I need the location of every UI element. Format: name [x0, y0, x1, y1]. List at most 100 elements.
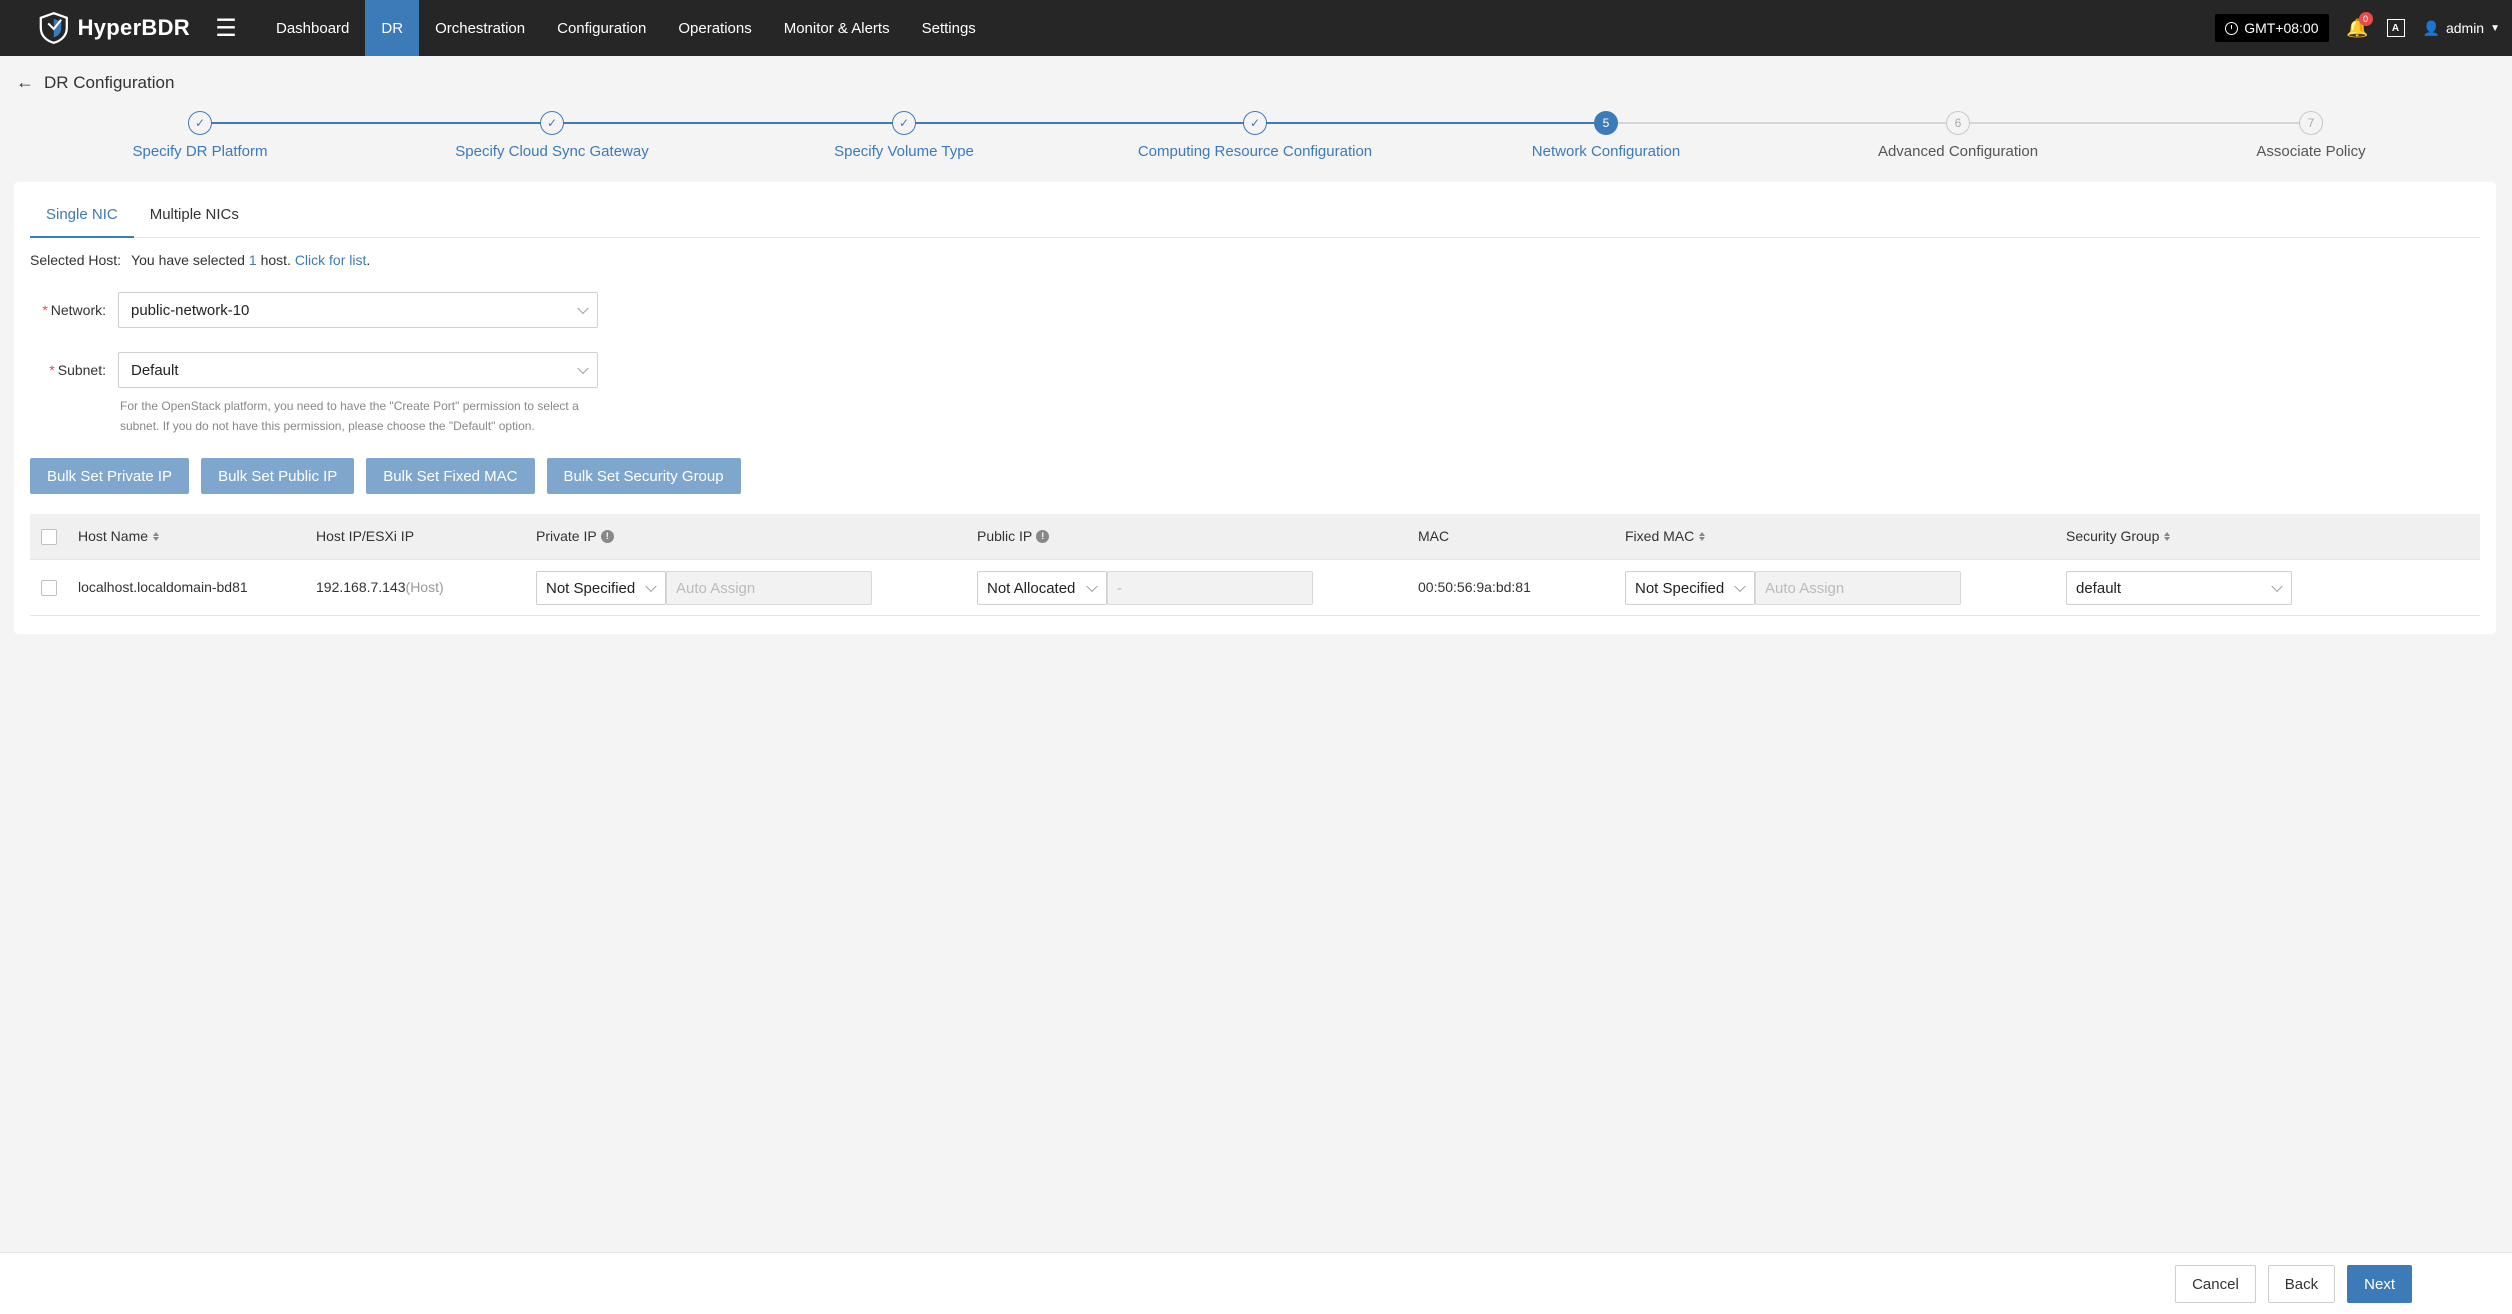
selected-host-suffix: host.: [260, 252, 291, 268]
column-host-name[interactable]: Host Name: [78, 528, 160, 544]
user-icon: 👤: [2422, 19, 2440, 36]
subnet-select[interactable]: Default: [118, 352, 598, 388]
nav-item-dr[interactable]: DR: [365, 0, 420, 56]
chevron-down-icon: [645, 580, 657, 593]
next-button[interactable]: Next: [2347, 1265, 2412, 1303]
nav-item-configuration[interactable]: Configuration: [541, 0, 662, 56]
info-icon[interactable]: !: [600, 529, 614, 543]
back-button[interactable]: Back: [2267, 1265, 2336, 1303]
header-label: Fixed MAC: [1625, 528, 1695, 544]
chevron-down-icon: [1086, 580, 1098, 593]
bulk-set-private-ip-button[interactable]: Bulk Set Private IP: [30, 458, 190, 494]
tab-multiple-nics[interactable]: Multiple NICs: [134, 196, 255, 238]
public-ip-mode-value: Not Allocated: [987, 579, 1076, 597]
step-label: Computing Resource Configuration: [1137, 143, 1373, 160]
check-icon: ✓: [1243, 111, 1267, 135]
chevron-down-icon: [577, 302, 589, 315]
column-mac: MAC: [1418, 528, 1450, 544]
info-icon[interactable]: !: [1036, 529, 1050, 543]
main-nav: Dashboard DR Orchestration Configuration…: [260, 0, 992, 56]
wizard-stepper: ✓ Specify DR Platform ✓ Specify Cloud Sy…: [0, 108, 2512, 168]
language-switch-icon[interactable]: A: [2386, 19, 2405, 37]
step-associate-policy: 7 Associate Policy: [2161, 108, 2461, 160]
host-ip-value: 192.168.7.143: [316, 579, 406, 595]
nav-item-operations[interactable]: Operations: [662, 0, 767, 56]
check-icon: ✓: [188, 111, 212, 135]
selected-host-end: .: [366, 252, 371, 268]
wizard-footer: Cancel Back Next: [0, 1252, 2512, 1314]
public-ip-input: -: [1107, 571, 1313, 605]
mac-cell: 00:50:56:9a:bd:81: [1418, 579, 1531, 595]
tab-single-nic[interactable]: Single NIC: [30, 196, 134, 238]
menu-toggle-icon[interactable]: ☰: [198, 0, 254, 56]
fixed-mac-cell: Not Specified Auto Assign: [1625, 571, 1961, 605]
subnet-help-text: For the OpenStack platform, you need to …: [120, 396, 620, 436]
selected-host-label: Selected Host:: [30, 252, 122, 268]
column-fixed-mac[interactable]: Fixed MAC: [1625, 528, 1706, 544]
network-form-row: * Network: public-network-10: [30, 292, 598, 328]
public-ip-mode-select[interactable]: Not Allocated: [977, 571, 1107, 605]
help-line-2: subnet. If you do not have this permissi…: [120, 419, 535, 433]
host-network-table: Host Name Host IP/ESXi IP Private IP ! P…: [30, 514, 2480, 616]
timezone-indicator[interactable]: GMT+08:00: [2215, 14, 2329, 42]
sort-icon: [2164, 531, 2171, 541]
select-all-checkbox[interactable]: [41, 529, 57, 545]
nav-item-dashboard[interactable]: Dashboard: [260, 0, 365, 56]
user-menu[interactable]: 👤 admin ▼: [2423, 20, 2500, 37]
check-icon: ✓: [892, 111, 916, 135]
check-icon: ✓: [540, 111, 564, 135]
bulk-set-fixed-mac-button[interactable]: Bulk Set Fixed MAC: [366, 458, 535, 494]
notification-badge: 0: [2358, 12, 2373, 26]
app-name: HyperBDR: [77, 15, 190, 40]
public-ip-placeholder: -: [1117, 579, 1122, 597]
security-group-value: default: [2076, 579, 2122, 597]
header-label: Host Name: [78, 528, 149, 544]
user-name: admin: [2445, 20, 2485, 36]
private-ip-input: Auto Assign: [666, 571, 872, 605]
nav-item-monitor-alerts[interactable]: Monitor & Alerts: [768, 0, 906, 56]
host-name-cell: localhost.localdomain-bd81: [78, 579, 248, 595]
network-select[interactable]: public-network-10: [118, 292, 598, 328]
column-security-group[interactable]: Security Group: [2066, 528, 2171, 544]
row-checkbox[interactable]: [41, 580, 57, 596]
nav-item-orchestration[interactable]: Orchestration: [419, 0, 541, 56]
table-row: localhost.localdomain-bd81 192.168.7.143…: [30, 560, 2480, 616]
column-private-ip: Private IP !: [536, 528, 614, 544]
selected-host-info: Selected Host: You have selected 1 host.…: [30, 252, 370, 268]
cancel-button[interactable]: Cancel: [2175, 1265, 2256, 1303]
step-advanced-configuration: 6 Advanced Configuration: [1808, 108, 2108, 160]
nav-item-settings[interactable]: Settings: [906, 0, 992, 56]
private-ip-cell: Not Specified Auto Assign: [536, 571, 872, 605]
step-computing-resource-configuration: ✓ Computing Resource Configuration: [1105, 108, 1405, 160]
step-label: Specify Cloud Sync Gateway: [455, 143, 649, 160]
selected-host-text: You have selected 1 host. Click for list…: [131, 252, 370, 268]
selected-host-prefix: You have selected: [131, 252, 245, 268]
step-number: 7: [2299, 111, 2323, 135]
sort-icon: [153, 531, 160, 541]
step-label: Associate Policy: [2256, 143, 2366, 160]
host-list-link[interactable]: Click for list: [295, 252, 367, 268]
bulk-set-security-group-button[interactable]: Bulk Set Security Group: [546, 458, 741, 494]
subnet-form-row: * Subnet: Default: [30, 352, 598, 388]
caret-down-icon: ▼: [2490, 22, 2500, 34]
top-navigation-bar: HyperBDR ☰ Dashboard DR Orchestration Co…: [0, 0, 2512, 56]
private-ip-mode-select[interactable]: Not Specified: [536, 571, 666, 605]
timezone-label: GMT+08:00: [2244, 20, 2319, 36]
private-ip-mode-value: Not Specified: [546, 579, 636, 597]
bulk-set-public-ip-button[interactable]: Bulk Set Public IP: [201, 458, 355, 494]
step-label: Specify DR Platform: [132, 143, 268, 160]
network-label-text: Network:: [50, 302, 106, 318]
header-label: Security Group: [2066, 528, 2160, 544]
notification-bell-icon[interactable]: 🔔 0: [2346, 12, 2373, 39]
back-arrow-icon[interactable]: ←: [16, 72, 34, 93]
network-config-card: Single NIC Multiple NICs Selected Host: …: [14, 182, 2496, 634]
help-line-1: For the OpenStack platform, you need to …: [120, 399, 579, 413]
column-host-ip: Host IP/ESXi IP: [316, 528, 415, 544]
bulk-actions: Bulk Set Private IP Bulk Set Public IP B…: [30, 458, 741, 494]
chevron-down-icon: [2271, 580, 2283, 593]
fixed-mac-mode-select[interactable]: Not Specified: [1625, 571, 1755, 605]
security-group-select[interactable]: default: [2066, 571, 2292, 605]
network-label: * Network:: [42, 302, 106, 318]
app-logo[interactable]: HyperBDR: [0, 10, 190, 46]
subnet-label-text: Subnet:: [57, 362, 106, 378]
